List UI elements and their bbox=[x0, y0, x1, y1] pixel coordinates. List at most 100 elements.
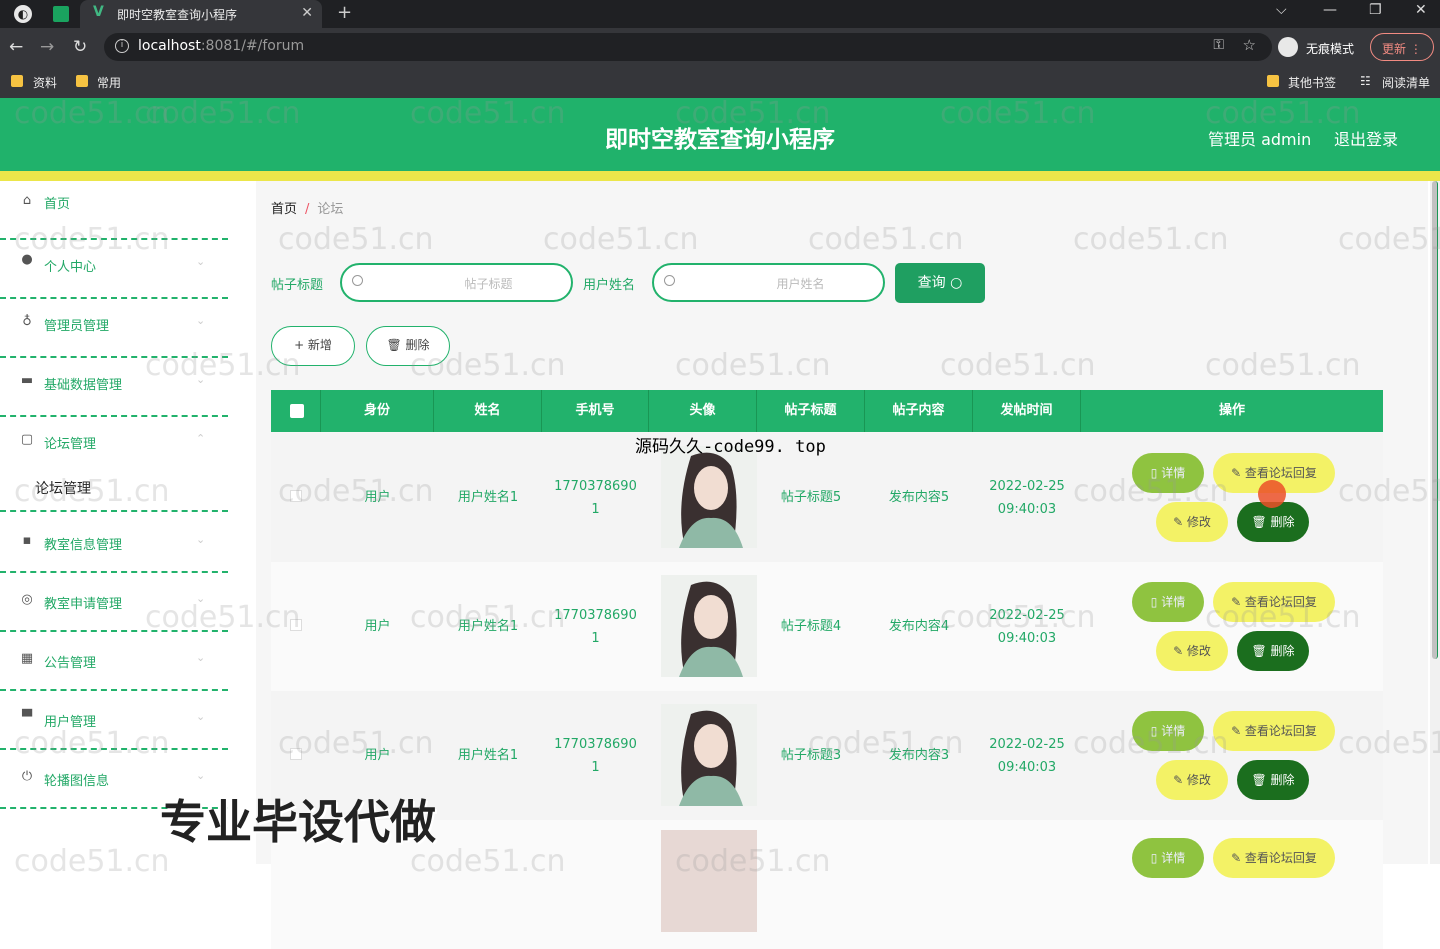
browser-menu-icon[interactable]: ◐ bbox=[14, 5, 32, 23]
watermark: code51.cn bbox=[1205, 348, 1361, 383]
watermark: code51.cn bbox=[145, 600, 301, 635]
sidebar-item-label: 首页 bbox=[44, 197, 71, 212]
avatar bbox=[661, 704, 757, 806]
watermark: code51.cn bbox=[543, 222, 699, 257]
column-header: 帖子标题 bbox=[757, 390, 865, 432]
briefcase-icon: ▬ bbox=[20, 373, 34, 388]
delete-button[interactable]: 🗑 删除 bbox=[1237, 502, 1309, 542]
app-icon[interactable] bbox=[53, 6, 69, 22]
watermark: code51.cn bbox=[675, 844, 831, 879]
watermark: code51.cn bbox=[940, 96, 1096, 131]
user-search-input[interactable]: 用户姓名 bbox=[652, 263, 885, 302]
user-filter-label: 用户姓名 bbox=[583, 278, 636, 293]
update-button[interactable]: 更新 ⋮ bbox=[1370, 33, 1434, 61]
chat-icon: ▪ bbox=[22, 533, 32, 548]
avatar bbox=[661, 446, 757, 548]
watermark: code51.cn bbox=[1338, 222, 1440, 257]
sidebar-item-label: 论坛管理 bbox=[44, 437, 97, 452]
minimize-icon[interactable]: — bbox=[1323, 2, 1337, 18]
vue-icon: V bbox=[93, 4, 104, 20]
sidebar-item-classroom-info[interactable]: ▪ 教室信息管理 ⌄ bbox=[0, 514, 228, 573]
delete-button[interactable]: 🗑 删除 bbox=[1237, 631, 1309, 671]
chevron-down-icon: ⌄ bbox=[196, 769, 206, 782]
chevron-up-icon: ⌃ bbox=[196, 432, 206, 445]
watermark: code51.cn bbox=[808, 726, 964, 761]
tab-search-icon[interactable]: ⌵ bbox=[1276, 2, 1287, 18]
folder-icon bbox=[1267, 75, 1279, 87]
column-header: 手机号 bbox=[542, 390, 649, 432]
star-icon[interactable]: ☆ bbox=[1243, 36, 1256, 54]
time-text: 09:40:03 bbox=[997, 759, 1057, 775]
delete-button[interactable]: 🗑 删除 bbox=[1237, 760, 1309, 800]
column-header: 姓名 bbox=[434, 390, 542, 432]
power-icon: ⏻ bbox=[21, 769, 33, 784]
detail-button[interactable]: ▯ 详情 bbox=[1132, 838, 1204, 878]
scrollbar[interactable] bbox=[1430, 181, 1440, 864]
incognito-icon bbox=[1278, 37, 1298, 57]
watermark: code51.cn bbox=[145, 96, 301, 131]
cell-phone: 1770378690 1 bbox=[542, 691, 649, 820]
new-tab-icon[interactable]: + bbox=[337, 2, 352, 23]
reading-list[interactable]: 阅读清单 bbox=[1382, 74, 1430, 91]
key-icon[interactable]: ⚿ bbox=[1213, 37, 1224, 53]
folder-icon bbox=[11, 75, 23, 87]
watermark: code51.cn bbox=[940, 348, 1096, 383]
cell-time: 2022-02-25 09:40:03 bbox=[973, 433, 1081, 562]
bookmark-folder[interactable]: 资料 bbox=[33, 74, 57, 91]
watermark: code51.cn bbox=[14, 726, 170, 761]
table-row: ▯ 详情 ✎ 查看论坛回复 bbox=[271, 820, 1383, 949]
breadcrumb-current: 论坛 bbox=[317, 202, 344, 217]
watermark: code51.cn bbox=[410, 600, 566, 635]
title-filter-label: 帖子标题 bbox=[271, 278, 324, 293]
reading-list-icon: ☷ bbox=[1360, 74, 1371, 88]
phone-line: 1770378690 bbox=[554, 478, 637, 494]
cell-name: 用户姓名1 bbox=[457, 490, 519, 505]
select-all-checkbox[interactable] bbox=[290, 404, 304, 418]
detail-button[interactable]: ▯ 详情 bbox=[1132, 582, 1204, 622]
watermark: code51.cn bbox=[675, 348, 831, 383]
back-icon[interactable]: ← bbox=[9, 37, 23, 57]
close-tab-icon[interactable]: ✕ bbox=[301, 5, 313, 21]
watermark: code51.cn bbox=[14, 844, 170, 879]
edit-button[interactable]: ✎ 修改 bbox=[1156, 631, 1228, 671]
date-text: 2022-02-25 bbox=[989, 478, 1065, 494]
view-reply-button[interactable]: ✎ 查看论坛回复 bbox=[1213, 838, 1335, 878]
avatar bbox=[661, 575, 757, 677]
sidebar-item-label: 教室信息管理 bbox=[44, 538, 123, 553]
url-field[interactable]: i localhost:8081/#/forum ⚿ ☆ bbox=[104, 33, 1272, 61]
watermark: code51.cn bbox=[278, 474, 434, 509]
other-bookmarks[interactable]: 其他书签 bbox=[1288, 74, 1336, 91]
watermark: code51.cn bbox=[14, 474, 170, 509]
maximize-icon[interactable]: ❐ bbox=[1369, 2, 1382, 18]
query-button[interactable]: 查询 ○ bbox=[895, 263, 985, 303]
column-header: 帖子内容 bbox=[865, 390, 973, 432]
forward-icon[interactable]: → bbox=[40, 37, 54, 57]
chevron-down-icon: ⌄ bbox=[196, 710, 206, 723]
browser-tab-active[interactable]: V 即时空教室查询小程序 ✕ bbox=[80, 0, 322, 28]
close-window-icon[interactable]: ✕ bbox=[1415, 2, 1427, 18]
info-icon[interactable]: i bbox=[115, 39, 129, 53]
watermark: code51.cn bbox=[808, 222, 964, 257]
watermark: code51.cn bbox=[1205, 600, 1361, 635]
watermark: code51.cn bbox=[675, 96, 831, 131]
title-search-input[interactable]: 帖子标题 bbox=[340, 263, 573, 302]
mouse-cursor bbox=[1258, 480, 1286, 508]
view-reply-button[interactable]: ✎ 查看论坛回复 bbox=[1213, 711, 1335, 751]
sidebar-item-notice[interactable]: ▦ 公告管理 ⌄ bbox=[0, 632, 228, 691]
user-search-placeholder: 用户姓名 bbox=[776, 277, 825, 291]
globe-icon: ◎ bbox=[21, 592, 33, 607]
reload-icon[interactable]: ↻ bbox=[73, 37, 87, 57]
mail-icon: ▦ bbox=[20, 651, 34, 666]
incognito-label: 无痕模式 bbox=[1306, 42, 1355, 56]
bookmark-folder[interactable]: 常用 bbox=[97, 74, 121, 91]
watermark: code51.cn bbox=[1073, 726, 1229, 761]
watermark: code51.cn bbox=[1073, 222, 1229, 257]
watermark: code51.cn bbox=[1338, 726, 1440, 761]
phone-line: 1 bbox=[591, 501, 600, 517]
edit-button[interactable]: ✎ 修改 bbox=[1156, 760, 1228, 800]
watermark: code51.cn bbox=[278, 726, 434, 761]
chevron-down-icon: ⌄ bbox=[196, 255, 206, 268]
address-bar: ← → ↻ i localhost:8081/#/forum ⚿ ☆ 无痕模式 … bbox=[0, 28, 1440, 66]
breadcrumb-home[interactable]: 首页 bbox=[271, 202, 297, 217]
breadcrumb-separator: / bbox=[305, 202, 310, 217]
